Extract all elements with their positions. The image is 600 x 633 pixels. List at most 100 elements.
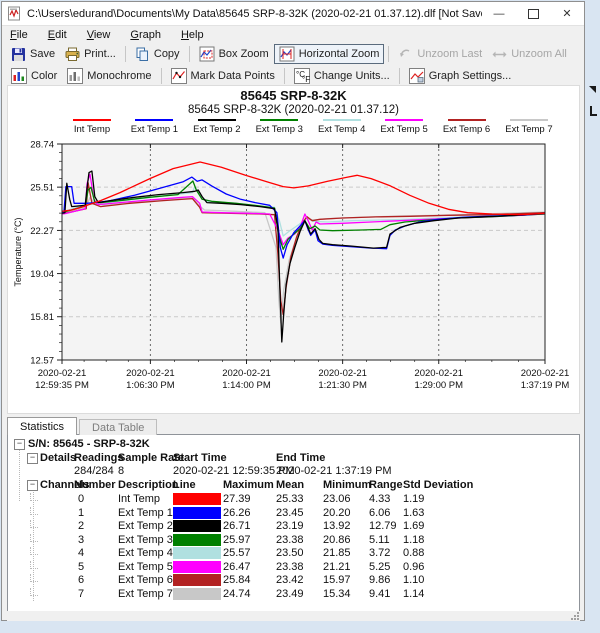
maximize-button[interactable] <box>516 2 550 25</box>
channel-cell: 26.26 <box>223 506 251 519</box>
graph-settings-label: Graph Settings... <box>428 69 512 82</box>
save-button[interactable]: Save <box>6 45 60 64</box>
legend-label: Int Temp <box>73 124 111 135</box>
channel-cell: 25.57 <box>223 547 251 559</box>
svg-text:19.04: 19.04 <box>30 269 54 280</box>
channel-cell: 1.69 <box>403 520 425 532</box>
graph-settings-button[interactable]: Graph Settings... <box>404 66 517 86</box>
channel-cell: 1.18 <box>403 533 425 546</box>
legend-label: Ext Temp 3 <box>255 124 303 135</box>
tree-collapse-details[interactable]: − <box>27 453 38 464</box>
copy-button[interactable]: Copy <box>130 45 185 64</box>
channel-cell: 12.79 <box>369 520 397 532</box>
channel-row: 1 Ext Temp 1 26.26 23.45 20.20 6.06 1.63 <box>8 506 579 520</box>
channel-cell: 1 <box>78 506 85 519</box>
svg-text:2020-02-21: 2020-02-21 <box>318 368 367 379</box>
minimize-button[interactable]: — <box>482 2 516 25</box>
save-label: Save <box>30 48 56 60</box>
box-zoom-button[interactable]: Box Zoom <box>194 44 274 64</box>
details-header-end-time: End Time <box>276 452 326 464</box>
chart-title: 85645 SRP-8-32K <box>240 88 347 103</box>
maximize-icon <box>527 8 539 19</box>
channel-cell: 13.92 <box>323 520 351 532</box>
resize-grip-icon[interactable] <box>570 611 580 621</box>
channel-cell: 20.20 <box>323 506 351 519</box>
color-icon <box>11 67 27 84</box>
zoom-cursor-icon <box>589 86 596 93</box>
channels-header-std-deviation: Std Deviation <box>403 479 474 491</box>
channel-row: 4 Ext Temp 4 25.57 23.50 21.85 3.72 0.88 <box>8 547 579 560</box>
channel-cell: Ext Temp 7 <box>118 587 173 600</box>
copy-icon <box>136 47 148 61</box>
close-button[interactable]: ✕ <box>550 2 584 25</box>
channel-cell: 5.25 <box>369 560 391 573</box>
stats-tabs: Statistics Data Table <box>7 414 158 435</box>
channel-cell: 7 <box>78 587 85 600</box>
color-button[interactable]: Color <box>6 66 62 86</box>
tab-data-table[interactable]: Data Table <box>79 419 158 435</box>
channel-cell: 1.19 <box>403 493 425 505</box>
print-button[interactable]: Print... <box>60 45 121 64</box>
unzoom-last-button[interactable]: Unzoom Last <box>393 45 487 64</box>
channel-cell: Int Temp <box>118 493 160 505</box>
svg-text:1:21:30 PM: 1:21:30 PM <box>318 380 367 391</box>
details-header-readings: Readings <box>74 452 124 464</box>
channel-cell: 20.86 <box>323 533 351 546</box>
channel-cell: 1.14 <box>403 587 425 600</box>
channels-header-maximum: Maximum <box>223 479 274 491</box>
tree-branch <box>30 547 38 555</box>
channels-header-line: Line <box>173 479 196 491</box>
channel-row: 2 Ext Temp 2 26.71 23.19 13.92 12.79 1.69 <box>8 520 579 533</box>
change-units-button[interactable]: °C °F Change Units... <box>289 66 395 86</box>
svg-text:1:29:00 PM: 1:29:00 PM <box>414 380 463 391</box>
tab-statistics[interactable]: Statistics <box>7 417 78 435</box>
unzoom-all-button[interactable]: Unzoom All <box>487 45 572 64</box>
channel-cell: 21.21 <box>323 560 351 573</box>
change-units-label: Change Units... <box>313 69 390 82</box>
legend-item: Ext Temp 4 <box>314 119 370 135</box>
line-color-swatch <box>173 520 221 532</box>
channel-cell: 6.06 <box>369 506 391 519</box>
legend-item: Ext Temp 1 <box>126 119 182 135</box>
window-title: C:\Users\edurand\Documents\My Data\85645… <box>27 7 482 20</box>
details-label: Details <box>40 452 77 464</box>
horizontal-zoom-icon <box>279 46 295 62</box>
line-color-swatch <box>173 533 221 546</box>
legend-color-line <box>197 119 236 121</box>
channel-cell: 9.41 <box>369 587 391 600</box>
tree-collapse-channels[interactable]: − <box>27 480 38 491</box>
svg-text:1:06:30 PM: 1:06:30 PM <box>126 380 175 391</box>
channels-header-mean: Mean <box>276 479 305 491</box>
color-label: Color <box>31 69 58 82</box>
monochrome-icon <box>67 67 84 84</box>
line-color-swatch <box>173 493 221 505</box>
toolbar-separator <box>188 46 190 62</box>
legend-color-line <box>385 119 424 121</box>
plot-svg[interactable]: 28.7425.5122.2719.0415.8112.572020-02-21… <box>8 136 579 402</box>
menu-edit[interactable]: Edit <box>48 29 67 41</box>
menu-graph[interactable]: Graph <box>130 29 161 41</box>
channels-header-range: Range <box>369 479 403 491</box>
channel-cell: 23.50 <box>276 547 304 559</box>
monochrome-button[interactable]: Monochrome <box>62 66 156 86</box>
channel-cell: 15.97 <box>323 574 351 586</box>
line-color-swatch <box>173 560 221 573</box>
channel-cell: 23.06 <box>323 493 351 505</box>
toolbar-separator <box>388 46 390 62</box>
legend-label: Ext Temp 4 <box>318 124 366 135</box>
menu-view[interactable]: View <box>87 29 111 41</box>
svg-text:2020-02-21: 2020-02-21 <box>126 368 175 379</box>
menu-file[interactable]: File <box>10 29 28 41</box>
toolbar-row1: Save Print... Copy Box Zoom Horizontal Z… <box>2 43 584 65</box>
svg-text:2020-02-21: 2020-02-21 <box>521 368 570 379</box>
menu-help[interactable]: Help <box>181 29 204 41</box>
details-header-row: − Details Readings Sample Rate Start Tim… <box>8 452 579 465</box>
tree-collapse-sn[interactable]: − <box>14 439 25 450</box>
line-color-swatch <box>173 547 221 559</box>
save-icon <box>12 47 25 61</box>
channel-cell: 23.38 <box>276 560 304 573</box>
toolbar-row2: Color Monochrome Mark Data Points °C °F … <box>2 65 584 86</box>
mark-data-points-button[interactable]: Mark Data Points <box>166 66 280 86</box>
horizontal-zoom-button[interactable]: Horizontal Zoom <box>273 44 385 64</box>
sn-row: − S/N: 85645 - SRP-8-32K <box>8 438 579 451</box>
